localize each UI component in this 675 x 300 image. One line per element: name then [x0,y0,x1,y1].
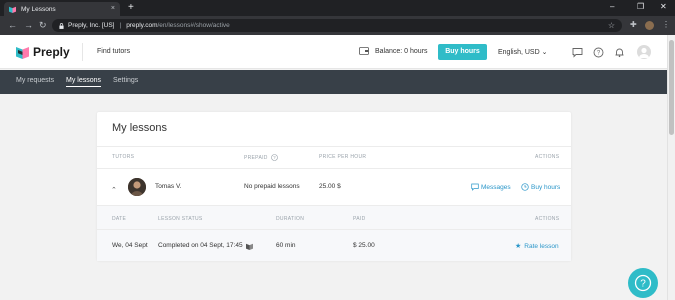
lesson-status: Completed on 04 Sept, 17:45 [158,242,243,249]
subheader-date: DATE [112,216,127,222]
star-icon: ★ [515,243,522,250]
new-tab-icon[interactable]: + [128,2,134,14]
buy-hours-label: Buy hours [531,183,561,191]
browser-tab[interactable]: My Lessons × [4,2,120,16]
messages-label: Messages [481,183,511,191]
extensions-icon[interactable]: ✚ [630,20,637,30]
language-label: English, USD [498,49,540,56]
column-header-tutors: TUTORS [112,154,135,160]
header-row-divider [97,168,571,169]
language-currency-select[interactable]: English, USD ⌄ [498,48,547,56]
url-path: /en/lessons#/show/active [157,22,230,29]
bell-icon[interactable] [614,47,625,58]
card-divider [97,146,571,147]
scrollbar-thumb[interactable] [669,40,674,135]
site-header: Preply Find tutors Balance: 0 hours Buy … [0,35,667,69]
svg-text:?: ? [273,155,276,160]
nav-my-lessons[interactable]: My lessons [66,77,102,87]
site-identity: Preply, Inc. [US] [68,22,115,29]
sub-navigation: My requests My lessons Settings [0,70,667,94]
collapse-chevron-icon[interactable]: ⌃ [111,186,117,194]
column-header-actions: ACTIONS [535,154,560,160]
balance-text: Balance: 0 hours [375,47,428,55]
find-tutors-link[interactable]: Find tutors [97,48,130,55]
tutor-name[interactable]: Tomas V. [155,183,182,190]
window-close-icon[interactable]: ✕ [660,1,667,13]
back-icon[interactable]: ← [8,20,17,30]
star-icon[interactable]: ☆ [608,21,615,30]
header-divider [82,43,83,61]
lesson-paid: $ 25.00 [353,242,375,249]
price-value: 25.00 $ [319,183,341,190]
menu-icon[interactable]: ⋮ [662,20,670,30]
browser-toolbar: ← → ↻ Preply, Inc. [US] | preply.com/en/… [0,16,675,35]
lesson-duration: 60 min [276,242,296,249]
preply-status-icon [246,243,253,250]
messages-link[interactable]: Messages [471,183,511,191]
question-icon: ? [634,274,652,292]
reload-icon[interactable]: ↻ [39,20,47,30]
preply-favicon-icon [9,6,16,13]
wallet-icon [359,47,369,55]
column-header-prepaid: PREPAID ? [244,154,279,161]
help-chat-button[interactable]: ? [628,268,658,298]
buy-hours-link[interactable]: Buy hours [521,183,560,191]
chat-icon[interactable] [572,47,583,58]
subheader-paid: PAID [353,216,366,222]
page-title: My lessons [112,122,168,134]
tutor-avatar[interactable] [128,178,146,196]
profile-icon[interactable] [645,21,654,30]
user-icon [639,47,649,58]
subheader-actions: ACTIONS [535,216,560,222]
minimize-icon[interactable]: – [610,1,614,13]
tutor-photo-icon [128,178,146,196]
browser-tab-bar: My Lessons × + – ❐ ✕ [0,0,675,16]
url-domain: preply.com [126,22,158,29]
tab-title: My Lessons [21,5,56,13]
forward-icon[interactable]: → [24,20,33,30]
tab-close-icon[interactable]: × [111,5,115,12]
address-separator: | [119,22,122,29]
maximize-icon[interactable]: ❐ [637,1,644,13]
message-icon [471,183,479,191]
prepaid-value: No prepaid lessons [244,183,300,190]
svg-text:?: ? [597,51,601,57]
rate-lesson-label: Rate lesson [524,242,559,250]
lock-icon [59,22,64,29]
column-header-price: PRICE PER HOUR [319,154,367,160]
lessons-card: My lessons TUTORS PREPAID ? PRICE PER HO… [97,112,571,261]
sub-header-divider [97,229,571,230]
logo-text: Preply [33,45,70,59]
rate-lesson-link[interactable]: ★ Rate lesson [515,242,559,251]
user-avatar[interactable] [637,45,651,59]
address-bar[interactable]: Preply, Inc. [US] | preply.com/en/lesson… [52,19,622,32]
subheader-duration: DURATION [276,216,305,222]
nav-my-requests[interactable]: My requests [16,77,54,84]
clock-icon [521,183,529,191]
buy-hours-button[interactable]: Buy hours [438,44,487,60]
help-icon[interactable]: ? [593,47,604,58]
chevron-down-icon: ⌄ [541,49,548,56]
prepaid-label: PREPAID [244,154,268,161]
info-icon[interactable]: ? [271,154,279,161]
svg-text:?: ? [640,279,646,290]
subheader-lesson-status: LESSON STATUS [158,216,203,222]
preply-logo-icon [16,46,29,59]
lesson-date: We, 04 Sept [112,242,148,249]
preply-logo[interactable]: Preply [16,45,70,59]
nav-settings[interactable]: Settings [113,77,138,84]
lesson-history-panel: DATE LESSON STATUS DURATION PAID ACTIONS… [97,205,571,261]
balance-indicator[interactable]: Balance: 0 hours [359,47,428,55]
